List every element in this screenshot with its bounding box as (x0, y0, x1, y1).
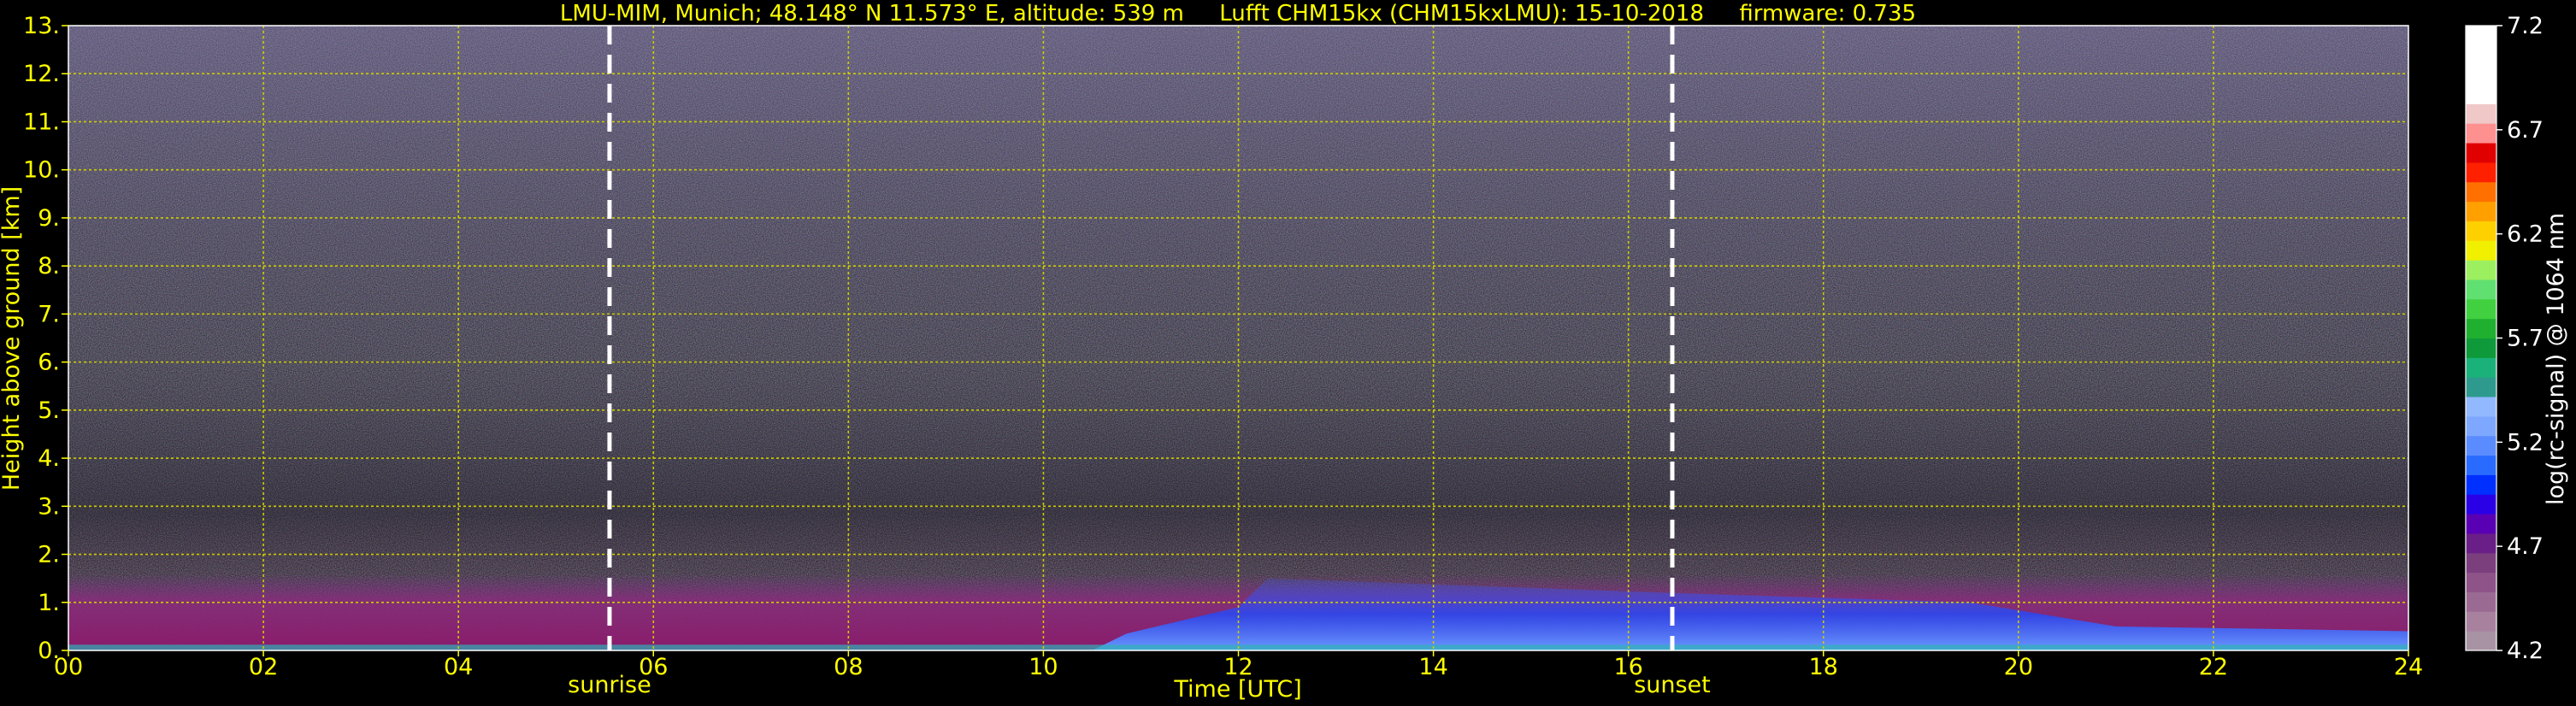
colorbar-label: log(rc-signal) @ 1064 nm (2543, 213, 2569, 505)
colorbar-segment (2466, 318, 2496, 338)
x-tick-label: 10 (1029, 654, 1058, 680)
colorbar-segment (2466, 260, 2496, 280)
colorbar-segment (2466, 123, 2496, 144)
y-tick-label: 13. (23, 13, 60, 39)
colorbar-segment (2466, 631, 2496, 651)
x-axis-label: Time [UTC] (1173, 676, 1301, 703)
colorbar-segment (2466, 44, 2496, 66)
colorbar-segment (2466, 64, 2496, 85)
colorbar-segment (2466, 377, 2496, 397)
lidar-chart: 0.1.2.3.4.5.6.7.8.9.10.11.12.13. 00 02 04 0… (0, 1, 2569, 703)
colorbar-segment (2466, 552, 2496, 574)
colorbar-segment (2466, 26, 2496, 46)
y-tick-label: 4. (38, 445, 60, 472)
sun-annotations: sunrise sunset (568, 672, 1711, 698)
colorbar-segment (2466, 514, 2496, 534)
colorbar-segment (2466, 455, 2496, 475)
x-tick-label: 02 (249, 654, 278, 680)
colorbar-segment (2466, 279, 2496, 300)
x-tick-label: 08 (834, 654, 863, 680)
y-tick-label: 10. (23, 157, 60, 184)
y-tick-label: 9. (38, 205, 60, 232)
colorbar-segment (2466, 532, 2496, 554)
colorbar-tick-label: 7.2 (2507, 13, 2544, 39)
colorbar-segment (2466, 397, 2496, 417)
y-tick-label: 7. (38, 301, 60, 327)
y-tick-label: 11. (23, 109, 60, 135)
colorbar-segment (2466, 201, 2496, 221)
y-tick-label: 3. (38, 493, 60, 520)
chart-title: LMU-MIM, Munich; 48.148° N 11.573° E, al… (560, 1, 1916, 26)
y-tick-label: 12. (23, 61, 60, 87)
colorbar-segment (2466, 103, 2496, 124)
y-tick-label: 2. (38, 542, 60, 568)
x-tick-label: 00 (54, 654, 83, 680)
colorbar-tick-label: 4.2 (2507, 638, 2544, 664)
plot-area (68, 25, 2409, 651)
colorbar-segment (2466, 221, 2496, 241)
colorbar-segment (2466, 84, 2496, 104)
colorbar-tick-label: 5.2 (2507, 429, 2544, 456)
colorbar-segment (2466, 494, 2496, 515)
colorbar-segment (2466, 298, 2496, 320)
sunset-label: sunset (1634, 672, 1711, 698)
colorbar-tick-label: 4.7 (2507, 533, 2544, 560)
colorbar-segment (2466, 591, 2496, 612)
y-axis-ticks: 0.1.2.3.4.5.6.7.8.9.10.11.12.13. (23, 13, 68, 664)
x-tick-label: 14 (1418, 654, 1447, 680)
y-tick-label: 8. (38, 253, 60, 279)
x-tick-label: 04 (444, 654, 473, 680)
y-axis-label: Height above ground [km] (0, 186, 25, 491)
colorbar-segment (2466, 240, 2496, 261)
y-tick-label: 6. (38, 350, 60, 376)
x-tick-label: 22 (2199, 654, 2228, 680)
colorbar-segment (2466, 572, 2496, 592)
y-tick-label: 5. (38, 397, 60, 424)
colorbar-ticks: 7.2 6.7 6.2 5.7 5.2 4.7 4.2 (2496, 13, 2544, 664)
colorbar-segment (2466, 162, 2496, 183)
colorbar-segment (2466, 143, 2496, 163)
colorbar-segment (2466, 435, 2496, 456)
colorbar-tick-label: 5.7 (2507, 326, 2544, 352)
x-tick-label: 18 (1809, 654, 1838, 680)
colorbar-segment (2466, 474, 2496, 495)
y-tick-label: 1. (38, 590, 60, 616)
x-tick-label: 24 (2394, 654, 2423, 680)
colorbar-tick-label: 6.2 (2507, 221, 2544, 248)
sunrise-label: sunrise (568, 672, 651, 698)
colorbar-segment (2466, 357, 2496, 378)
colorbar-segment (2466, 415, 2496, 437)
colorbar-segment (2466, 338, 2496, 358)
colorbar-tick-label: 6.7 (2507, 117, 2544, 144)
x-tick-label: 20 (2004, 654, 2033, 680)
colorbar-segment (2466, 181, 2496, 203)
colorbar-segment (2466, 611, 2496, 632)
colorbar (2465, 25, 2497, 651)
